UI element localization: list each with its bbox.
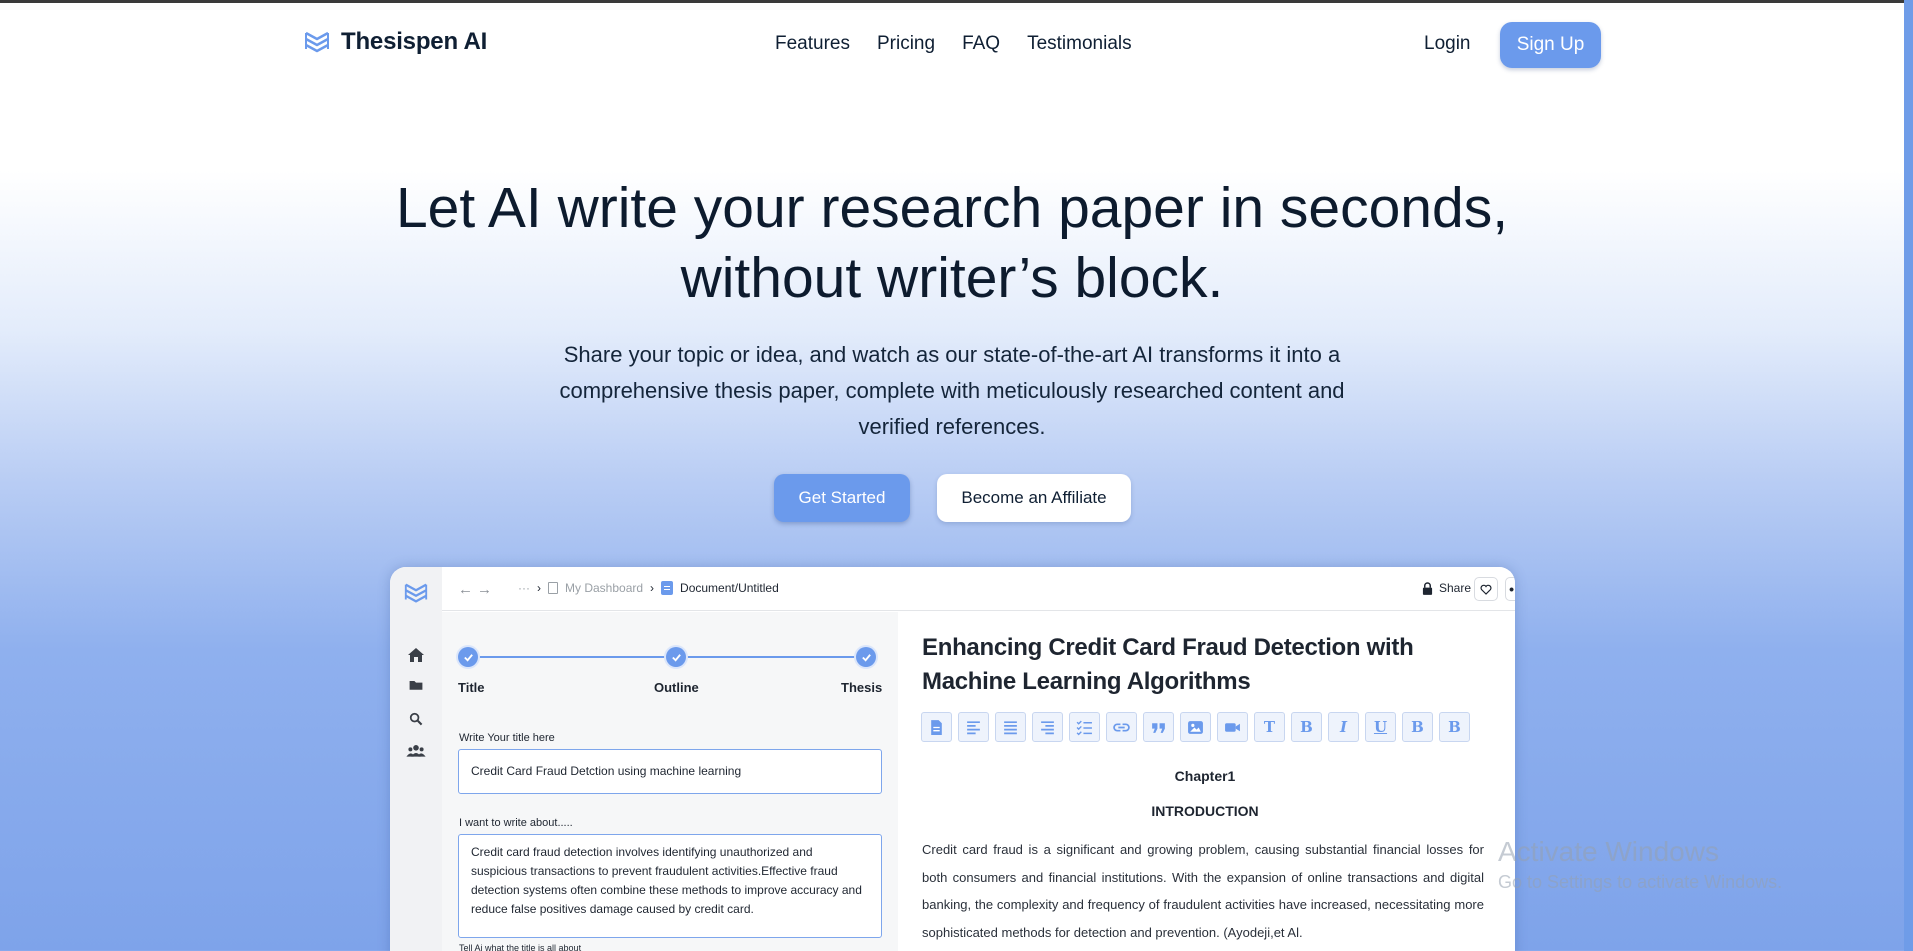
ellipsis-icon: •••: [1509, 581, 1515, 597]
text-format-button[interactable]: T: [1254, 712, 1285, 742]
align-left-icon[interactable]: [958, 712, 989, 742]
watermark-line-2: Go to Settings to activate Windows.: [1498, 872, 1783, 892]
breadcrumb: ··· › My Dashboard › Document/Untitled: [518, 581, 779, 595]
page-scrollbar[interactable]: [1904, 0, 1913, 951]
get-started-button[interactable]: Get Started: [774, 474, 910, 522]
hero-subtitle-line-2: comprehensive thesis paper, complete wit…: [559, 378, 1345, 403]
italic-button[interactable]: I: [1328, 712, 1359, 742]
login-link[interactable]: Login: [1424, 33, 1471, 55]
share-label: Share: [1439, 581, 1472, 595]
hint-label: Tell Ai what the title is all about: [459, 943, 582, 951]
hero-title-line-2: without writer’s block.: [680, 246, 1224, 310]
page-icon: [548, 582, 558, 594]
image-icon[interactable]: [1180, 712, 1211, 742]
top-navigation: Thesispen AI Features Pricing FAQ Testim…: [0, 3, 1913, 83]
nav-link-faq[interactable]: FAQ: [962, 33, 1000, 55]
watermark-line-1: Activate Windows: [1498, 836, 1719, 867]
signup-button[interactable]: Sign Up: [1500, 22, 1601, 68]
step-outline-label: Outline: [654, 680, 699, 695]
hero-title-line-1: Let AI write your research paper in seco…: [395, 176, 1509, 240]
breadcrumb-current[interactable]: Document/Untitled: [680, 581, 779, 595]
nav-link-features[interactable]: Features: [775, 33, 850, 55]
favorite-button[interactable]: [1474, 577, 1498, 601]
windows-activation-watermark: Activate Windows Go to Settings to activ…: [1498, 836, 1782, 893]
document-pane: Enhancing Credit Card Fraud Detection wi…: [899, 612, 1515, 951]
forward-arrow-icon[interactable]: →: [477, 581, 496, 598]
breadcrumb-ellipsis[interactable]: ···: [518, 581, 530, 595]
hero-title: Let AI write your research paper in seco…: [0, 173, 1904, 313]
logo-icon: [404, 583, 428, 603]
about-textarea[interactable]: Credit card fraud detection involves ide…: [458, 834, 882, 938]
underline-button[interactable]: U: [1365, 712, 1396, 742]
chapter-heading: Chapter1: [1174, 768, 1236, 784]
users-icon[interactable]: [405, 740, 427, 762]
align-center-icon[interactable]: [995, 712, 1026, 742]
document-title: Enhancing Credit Card Fraud Detection wi…: [922, 634, 1414, 695]
hero-subtitle-line-1: Share your topic or idea, and watch as o…: [563, 342, 1341, 367]
nav-link-pricing[interactable]: Pricing: [877, 33, 935, 55]
search-icon[interactable]: [405, 708, 427, 730]
app-topbar: ←→ ··· › My Dashboard › Document/Untitle…: [442, 567, 1515, 611]
title-field-label: Write Your title here: [459, 732, 555, 744]
nav-arrows[interactable]: ←→: [458, 581, 496, 598]
step-title-check-icon[interactable]: [458, 647, 478, 667]
more-options-button[interactable]: •••: [1505, 577, 1515, 601]
logo-icon: [305, 31, 329, 53]
bold-button[interactable]: B: [1291, 712, 1322, 742]
become-affiliate-button[interactable]: Become an Affiliate: [937, 474, 1131, 522]
wizard-pane: Title Outline Thesis Write Your title he…: [442, 612, 898, 951]
bold-button-3[interactable]: B: [1439, 712, 1470, 742]
app-preview: ←→ ··· › My Dashboard › Document/Untitle…: [390, 567, 1515, 951]
editor-toolbar: T B I U B B: [921, 712, 1470, 742]
link-icon[interactable]: [1106, 712, 1137, 742]
hero-subtitle: Share your topic or idea, and watch as o…: [0, 337, 1904, 445]
lock-icon: [1422, 581, 1433, 595]
chevron-right-icon: ›: [537, 581, 541, 595]
quote-icon[interactable]: [1143, 712, 1174, 742]
chevron-right-icon: ›: [650, 581, 655, 595]
home-icon[interactable]: [405, 644, 427, 666]
step-thesis-check-icon[interactable]: [856, 647, 876, 667]
nav-link-testimonials[interactable]: Testimonials: [1027, 33, 1132, 55]
nav-links: Features Pricing FAQ Testimonials: [775, 33, 1132, 55]
step-outline-check-icon[interactable]: [666, 647, 686, 667]
folder-icon[interactable]: [405, 674, 427, 696]
document-icon: [661, 581, 674, 595]
bold-button-2[interactable]: B: [1402, 712, 1433, 742]
share-button[interactable]: Share: [1422, 581, 1471, 595]
breadcrumb-dashboard[interactable]: My Dashboard: [565, 581, 643, 595]
heart-icon: [1480, 584, 1492, 595]
document-body: Credit card fraud is a significant and g…: [922, 842, 1484, 940]
step-title-label: Title: [458, 680, 485, 695]
app-sidebar: [390, 567, 442, 951]
align-right-icon[interactable]: [1032, 712, 1063, 742]
title-input[interactable]: Credit Card Fraud Detction using machine…: [458, 749, 882, 794]
brand-logo[interactable]: Thesispen AI: [303, 28, 487, 56]
brand-name: Thesispen AI: [341, 28, 488, 55]
checklist-icon[interactable]: [1069, 712, 1100, 742]
step-thesis-label: Thesis: [841, 680, 883, 695]
about-field-label: I want to write about.....: [459, 817, 573, 829]
document-icon[interactable]: [921, 712, 952, 742]
hero-subtitle-line-3: verified references.: [858, 414, 1046, 439]
back-arrow-icon[interactable]: ←: [458, 581, 477, 598]
video-icon[interactable]: [1217, 712, 1248, 742]
section-heading: INTRODUCTION: [1151, 803, 1259, 819]
